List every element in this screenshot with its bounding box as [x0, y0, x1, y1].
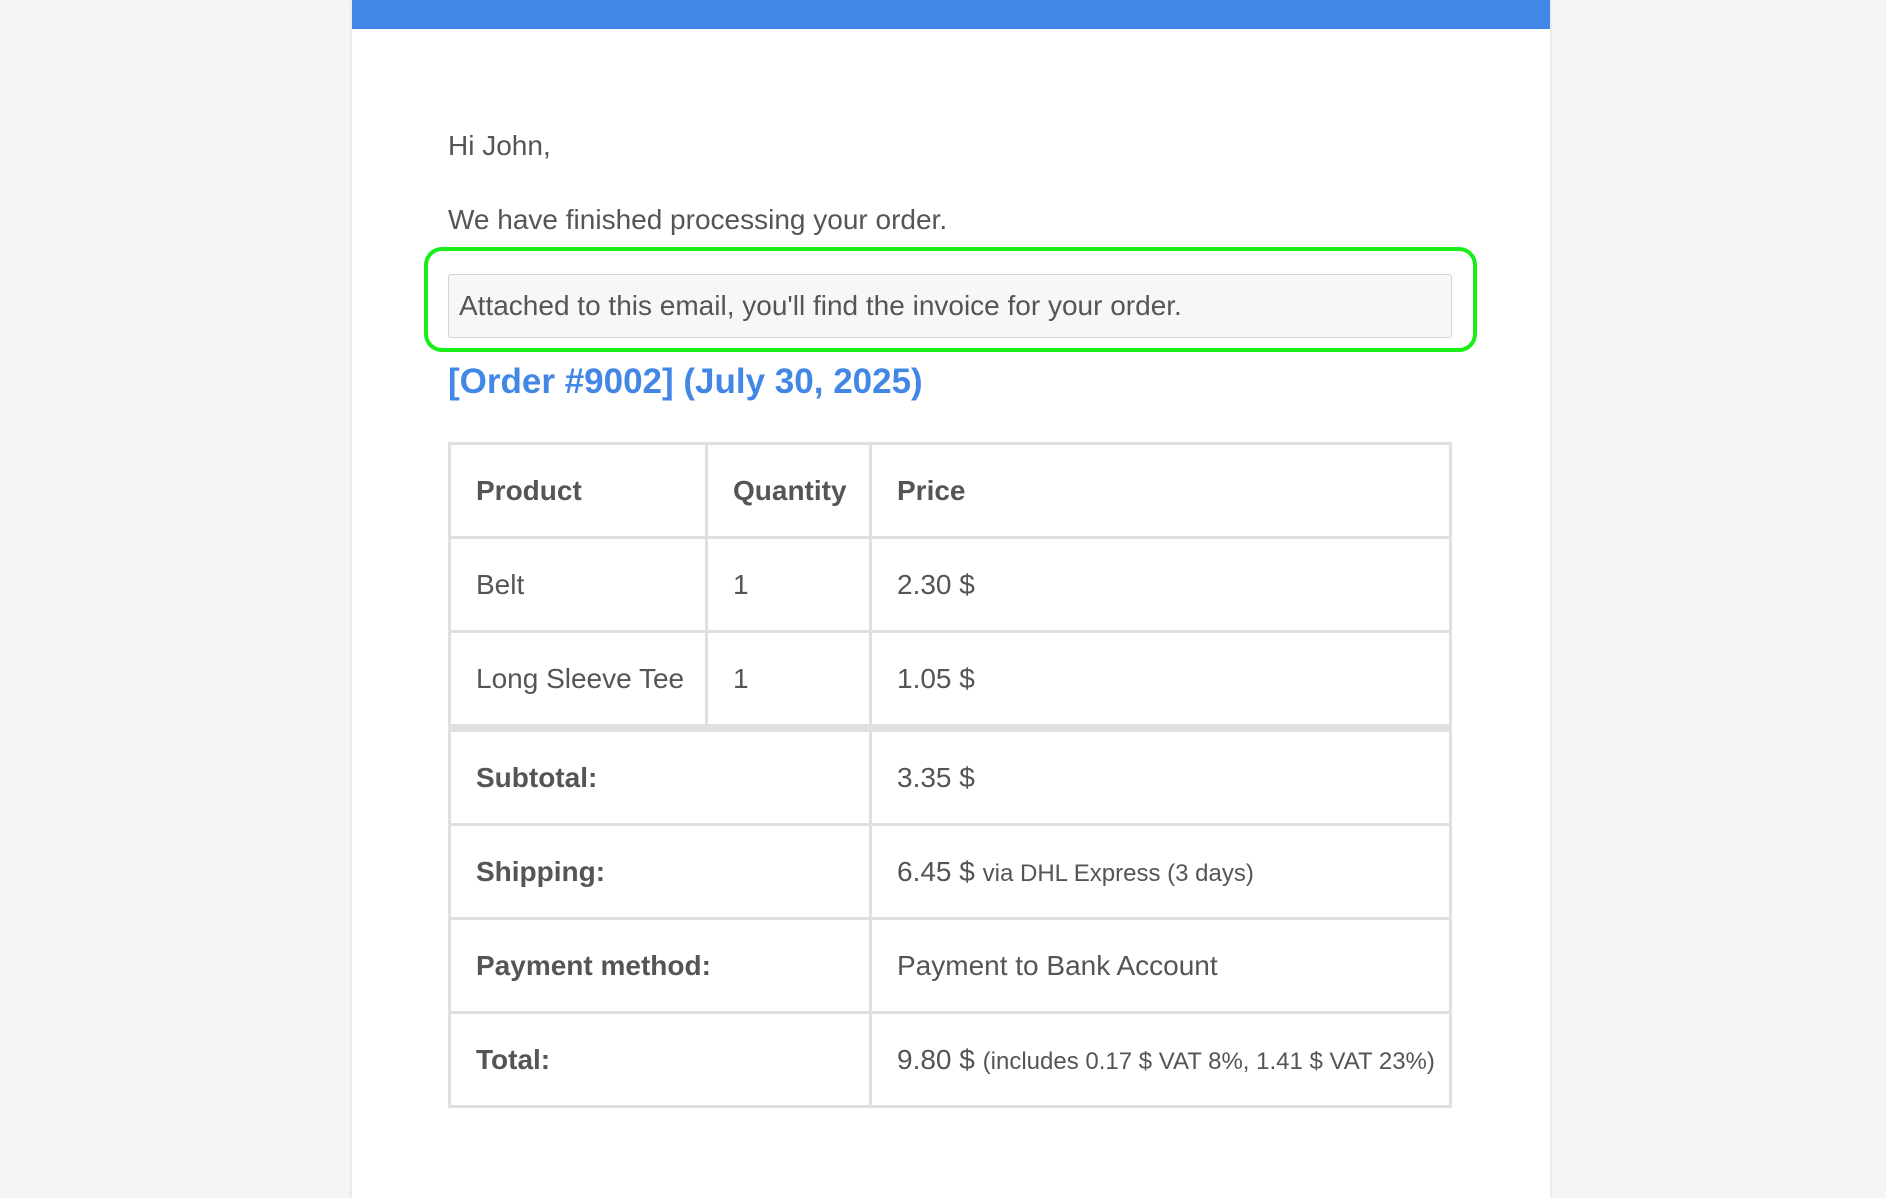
shipping-cell: 6.45 $ via DHL Express (3 days)	[869, 823, 1452, 920]
payment-label: Payment method:	[448, 917, 872, 1014]
item-price: 2.30 $	[869, 536, 1452, 633]
item-product: Long Sleeve Tee	[448, 630, 708, 730]
email-header-bar	[352, 0, 1550, 29]
item-price: 1.05 $	[869, 630, 1452, 730]
item-quantity: 1	[705, 630, 872, 730]
item-product: Belt	[448, 536, 708, 633]
greeting-text: Hi John,	[448, 130, 551, 161]
header-product: Product	[448, 442, 708, 539]
email-container: Hi John, We have finished processing you…	[352, 0, 1550, 1198]
shipping-note: via DHL Express (3 days)	[982, 859, 1254, 887]
total-row: Total: 9.80 $ (includes 0.17 $ VAT 8%, 1…	[448, 1011, 1452, 1108]
order-title: [Order #9002] (July 30, 2025)	[448, 362, 923, 401]
subtotal-row: Subtotal: 3.35 $	[448, 724, 1452, 826]
table-row: Long Sleeve Tee 1 1.05 $	[448, 630, 1452, 730]
header-quantity: Quantity	[705, 442, 872, 539]
payment-value: Payment to Bank Account	[869, 917, 1452, 1014]
payment-row: Payment method: Payment to Bank Account	[448, 917, 1452, 1014]
table-header-row: Product Quantity Price	[448, 442, 1452, 539]
shipping-row: Shipping: 6.45 $ via DHL Express (3 days…	[448, 823, 1452, 920]
total-label: Total:	[448, 1011, 872, 1108]
total-value: 9.80 $	[897, 1043, 975, 1075]
subtotal-value: 3.35 $	[869, 724, 1452, 826]
total-note: (includes 0.17 $ VAT 8%, 1.41 $ VAT 23%)	[982, 1047, 1435, 1075]
item-quantity: 1	[705, 536, 872, 633]
table-row: Belt 1 2.30 $	[448, 536, 1452, 633]
shipping-value: 6.45 $	[897, 855, 975, 887]
order-table: Product Quantity Price Belt 1 2.30 $ Lon…	[448, 442, 1452, 1108]
header-price: Price	[869, 442, 1452, 539]
invoice-note: Attached to this email, you'll find the …	[448, 274, 1452, 338]
shipping-label: Shipping:	[448, 823, 872, 920]
intro-text: We have finished processing your order.	[448, 204, 948, 235]
subtotal-label: Subtotal:	[448, 724, 872, 826]
total-cell: 9.80 $ (includes 0.17 $ VAT 8%, 1.41 $ V…	[869, 1011, 1452, 1108]
